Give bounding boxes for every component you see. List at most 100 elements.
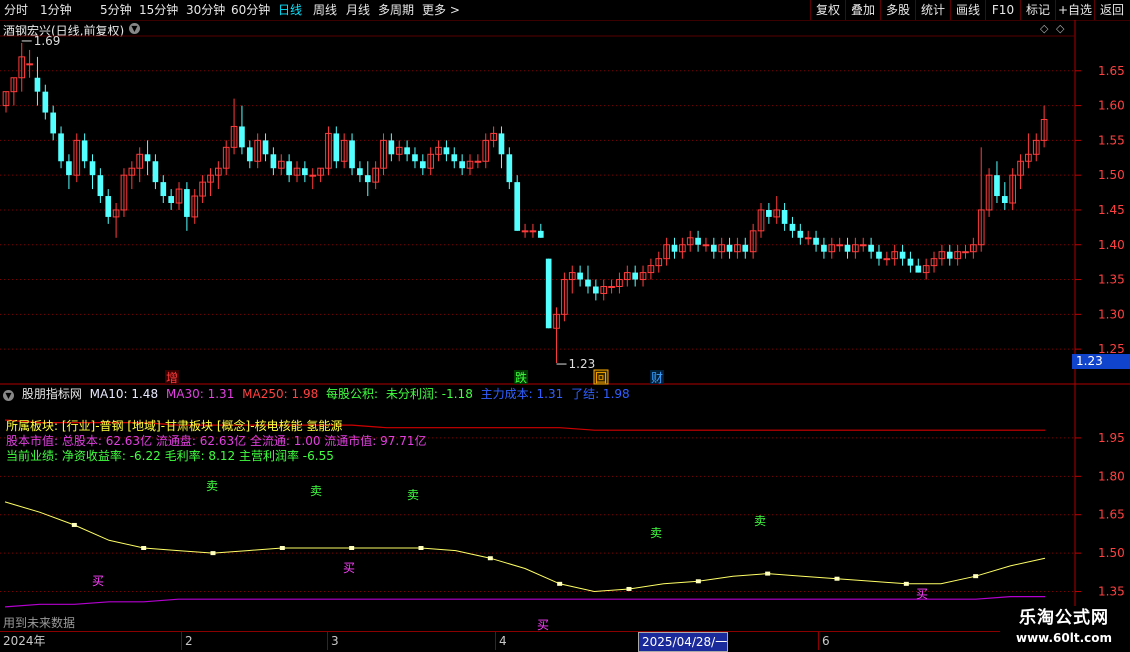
- indicator-name: 股朋指标网: [21, 387, 82, 401]
- candle-body: [419, 161, 426, 169]
- ma-dot: [279, 546, 285, 550]
- candle-body: [246, 147, 253, 162]
- candle-body: [357, 168, 363, 176]
- candle-body: [286, 161, 292, 176]
- date-label: 6: [818, 632, 830, 650]
- candle-body: [876, 251, 882, 259]
- candle-body: [537, 230, 544, 238]
- buy-signal: 买: [916, 587, 928, 601]
- chevron-down-icon[interactable]: ▼: [3, 390, 14, 401]
- sell-signal: 卖: [650, 526, 662, 540]
- candle-body: [899, 251, 906, 259]
- candle-body: [97, 175, 104, 197]
- candle-body: [160, 182, 167, 197]
- candle-body: [804, 237, 812, 240]
- candle-body: [702, 244, 710, 247]
- candle-body: [585, 279, 591, 287]
- ma-dot: [487, 556, 493, 561]
- sell-signal: 卖: [407, 488, 419, 502]
- price-axis-label: 1.65: [1098, 64, 1125, 78]
- candle-body: [962, 251, 969, 254]
- cost-label: 主力成本: 1.31: [480, 387, 564, 401]
- buy-signal: 买: [343, 561, 355, 575]
- candle-body: [529, 230, 537, 233]
- candle-body: [994, 175, 1000, 197]
- ma-dot: [141, 546, 147, 550]
- sell-signal: 卖: [206, 479, 218, 493]
- undistributed-label: 未分利润: -1.18: [385, 387, 473, 401]
- date-label: 2: [181, 632, 193, 650]
- date-label: 2024年: [3, 634, 46, 648]
- candle-body: [907, 258, 914, 266]
- ma-dot: [626, 586, 632, 591]
- date-axis: 2024年 2 3 4 2025/04/28/一 6: [0, 631, 1075, 652]
- candle-body: [168, 196, 174, 203]
- candle-body: [34, 77, 41, 92]
- candle-body: [789, 223, 796, 231]
- purple-line: [4, 596, 1045, 608]
- candle-body: [81, 140, 88, 162]
- watermark-title: 乐淘公式网: [1019, 608, 1109, 628]
- ma-dot: [973, 574, 979, 579]
- ma-dot: [557, 581, 563, 586]
- candle-body: [742, 244, 749, 252]
- candle-body: [302, 168, 308, 176]
- sell-signal: 卖: [310, 484, 322, 498]
- indicator-axis-label: 1.35: [1098, 585, 1125, 599]
- ma10-value: MA10: 1.48: [89, 387, 159, 401]
- high-price-label: 1.69: [34, 34, 61, 48]
- candle-body: [262, 140, 269, 155]
- ma-dot: [834, 576, 840, 581]
- candle-body: [726, 244, 733, 252]
- ma250-value: MA250: 1.98: [242, 387, 319, 401]
- candle-body: [836, 244, 843, 247]
- performance-info: 当前业绩: 净资收益率: -6.22 毛利率: 8.12 主营利润率 -6.55: [6, 449, 334, 463]
- candle-body: [577, 272, 583, 280]
- candle-body: [766, 209, 772, 217]
- candle-body: [451, 154, 458, 162]
- candle-body: [404, 147, 410, 155]
- price-axis-label: 1.45: [1098, 203, 1125, 217]
- candle-body: [388, 140, 395, 155]
- candle-body: [521, 230, 529, 233]
- event-tag: 回: [595, 371, 607, 385]
- price-axis-label: 1.30: [1098, 307, 1125, 321]
- event-tag: 财: [651, 371, 663, 385]
- ma30-value: MA30: 1.31: [165, 387, 235, 401]
- candle-body: [50, 112, 57, 134]
- date-label: 4: [495, 632, 507, 650]
- candle-body: [270, 154, 277, 169]
- candle-body: [105, 196, 112, 217]
- ma-dot: [418, 546, 424, 550]
- candle-body: [797, 230, 804, 238]
- price-axis-label: 1.40: [1098, 238, 1125, 252]
- candle-body: [474, 160, 482, 163]
- candle-body: [144, 154, 151, 162]
- indicator-header: ▼ 股朋指标网 MA10: 1.48 MA30: 1.31 MA250: 1.9…: [0, 386, 634, 402]
- candle-body: [593, 286, 599, 294]
- candle-body: [813, 237, 819, 245]
- event-tag: 跌: [515, 370, 527, 385]
- candle-body: [545, 258, 552, 329]
- candle-body: [514, 182, 521, 231]
- candle-body: [1001, 196, 1008, 203]
- candle-body: [152, 161, 159, 183]
- candle-body: [364, 175, 371, 183]
- candle-body: [498, 133, 505, 155]
- candle-body: [695, 237, 701, 245]
- ma-dot: [349, 546, 355, 550]
- current-price-label: 1.23: [1072, 354, 1130, 369]
- candle-body: [710, 244, 717, 252]
- candle-body: [58, 133, 64, 162]
- indicator-axis-label: 1.50: [1098, 546, 1125, 560]
- candle-body: [608, 286, 615, 288]
- ma-dot: [71, 522, 77, 527]
- candle-body: [915, 265, 922, 273]
- date-label: 3: [327, 632, 339, 650]
- event-tag: 增: [166, 371, 178, 385]
- candle-body: [868, 244, 874, 252]
- buy-signal: 买: [92, 574, 104, 588]
- candle-body: [89, 161, 96, 176]
- buy-signal: 买: [537, 618, 549, 632]
- candle-body: [184, 189, 190, 217]
